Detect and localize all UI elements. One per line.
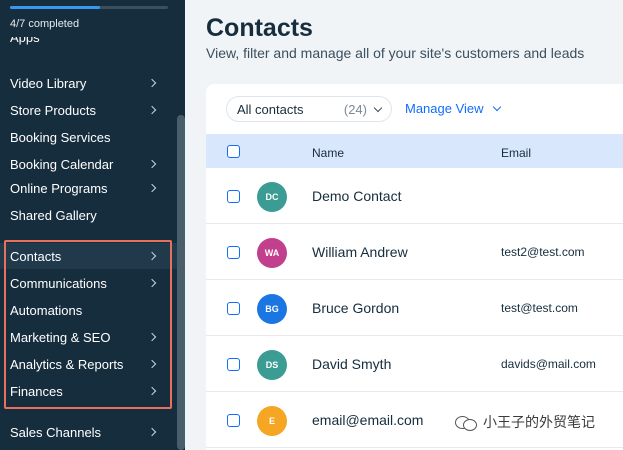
column-header-name[interactable]: Name [312, 146, 344, 160]
page-title: Contacts [206, 14, 313, 42]
manage-view-label: Manage View [405, 101, 484, 116]
table-row[interactable]: WA William Andrew test2@test.com [206, 224, 623, 280]
select-all-checkbox[interactable] [227, 145, 240, 158]
setup-progress-fill [10, 6, 101, 9]
sidebar-item-communications[interactable]: Communications [0, 270, 177, 296]
watermark-text: 小王子的外贸笔记 [483, 414, 595, 430]
contacts-table-card: All contacts (24) Manage View Name Email… [206, 84, 623, 450]
contact-name[interactable]: William Andrew [312, 244, 408, 260]
sidebar: 4/7 completed Apps Video Library Store Pr… [0, 0, 185, 450]
row-checkbox[interactable] [227, 414, 240, 427]
contact-name[interactable]: Bruce Gordon [312, 300, 399, 316]
main-content: Contacts View, filter and manage all of … [185, 0, 623, 450]
chevron-right-icon [147, 332, 157, 342]
contact-name[interactable]: David Smyth [312, 356, 391, 372]
sidebar-item-label: Contacts [10, 248, 62, 264]
sidebar-item-contacts[interactable]: Contacts [0, 243, 177, 269]
table-row[interactable]: DS David Smyth davids@mail.com [206, 336, 623, 392]
chevron-right-icon [147, 105, 157, 115]
sidebar-item-label: Shared Gallery [10, 207, 97, 223]
table-header: Name Email [206, 134, 623, 168]
sidebar-item-automations[interactable]: Automations [0, 297, 177, 323]
sidebar-item-label: Communications [10, 275, 107, 291]
table-row[interactable]: BG Bruce Gordon test@test.com [206, 280, 623, 336]
chevron-right-icon [147, 359, 157, 369]
row-checkbox[interactable] [227, 246, 240, 259]
wechat-icon [455, 414, 477, 431]
sidebar-item-label: Booking Services [10, 129, 111, 145]
contact-email: test2@test.com [501, 245, 585, 259]
sidebar-item-label: Video Library [10, 75, 87, 91]
sidebar-item-label: Finances [10, 383, 63, 399]
avatar: DS [257, 350, 287, 380]
column-header-email[interactable]: Email [501, 146, 531, 160]
contacts-filter-dropdown[interactable]: All contacts (24) [226, 96, 392, 122]
sidebar-item-partial: Apps [10, 37, 40, 45]
chevron-down-icon [373, 103, 383, 112]
sidebar-item-sales-channels[interactable]: Sales Channels [0, 419, 177, 445]
sidebar-item-shared-gallery[interactable]: Shared Gallery [0, 202, 177, 228]
manage-view-button[interactable]: Manage View [405, 101, 501, 116]
page-subtitle: View, filter and manage all of your site… [206, 45, 585, 61]
filter-label: All contacts [237, 101, 304, 117]
avatar: BG [257, 294, 287, 324]
setup-progress-bar [10, 6, 168, 9]
sidebar-item-label: Marketing & SEO [10, 329, 111, 345]
sidebar-item-label: Online Programs [10, 180, 108, 196]
setup-progress-label: 4/7 completed [10, 18, 80, 30]
contact-name[interactable]: Demo Contact [312, 188, 401, 204]
sidebar-item-finances[interactable]: Finances [0, 378, 177, 404]
filter-count: (24) [343, 101, 367, 117]
sidebar-item-online-programs[interactable]: Online Programs [0, 175, 177, 201]
sidebar-item-label: Store Products [10, 102, 96, 118]
chevron-right-icon [147, 386, 157, 396]
sidebar-item-video-library[interactable]: Video Library [0, 70, 177, 96]
row-checkbox[interactable] [227, 190, 240, 203]
chevron-down-icon [492, 102, 501, 112]
avatar: WA [257, 238, 287, 268]
sidebar-item-label: Analytics & Reports [10, 356, 124, 372]
chevron-right-icon [147, 159, 157, 169]
table-row[interactable]: DC Demo Contact [206, 168, 623, 224]
chevron-right-icon [147, 278, 157, 288]
sidebar-item-booking-calendar[interactable]: Booking Calendar [0, 151, 177, 177]
sidebar-item-store-products[interactable]: Store Products [0, 97, 177, 123]
row-checkbox[interactable] [227, 358, 240, 371]
sidebar-item-label: Booking Calendar [10, 156, 114, 172]
row-checkbox[interactable] [227, 302, 240, 315]
chevron-right-icon [147, 78, 157, 88]
chevron-right-icon [147, 183, 157, 193]
sidebar-scrollbar[interactable] [177, 115, 185, 450]
sidebar-item-label: Sales Channels [10, 424, 102, 440]
contact-email: davids@mail.com [501, 357, 596, 371]
sidebar-item-booking-services[interactable]: Booking Services [0, 124, 177, 150]
sidebar-item-marketing-seo[interactable]: Marketing & SEO [0, 324, 177, 350]
sidebar-item-label: Automations [10, 302, 83, 318]
contact-email: test@test.com [501, 301, 578, 315]
chevron-right-icon [147, 251, 157, 261]
chevron-right-icon [147, 427, 157, 437]
sidebar-item-analytics-reports[interactable]: Analytics & Reports [0, 351, 177, 377]
avatar: DC [257, 182, 287, 212]
contact-name[interactable]: email@email.com [312, 412, 423, 428]
avatar: E [257, 406, 287, 436]
watermark: 小王子的外贸笔记 [455, 412, 595, 432]
